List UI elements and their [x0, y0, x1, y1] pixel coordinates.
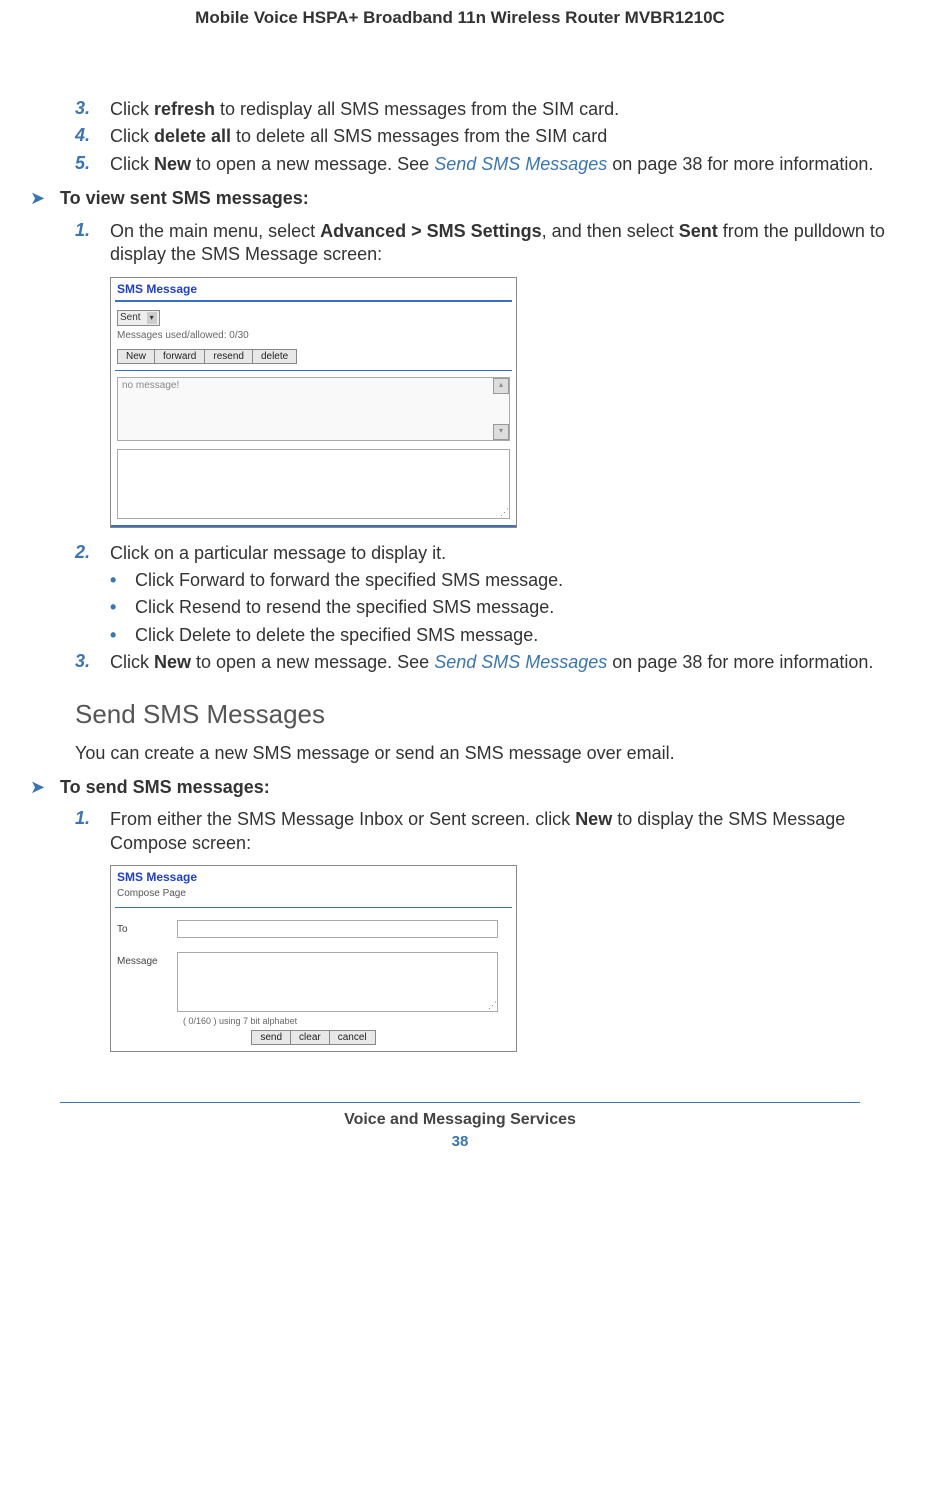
task-heading: To view sent SMS messages: [60, 188, 309, 209]
message-list[interactable]: no message! ▴ ▾ [117, 377, 510, 441]
footer-rule [60, 1102, 860, 1103]
section-intro: You can create a new SMS message or send… [75, 742, 890, 765]
message-field[interactable]: ⋰ [177, 952, 498, 1012]
task-arrow-icon: ➤ [30, 777, 60, 799]
char-counter: ( 0/160 ) using 7 bit alphabet [177, 1014, 516, 1028]
step-number: 1. [75, 220, 110, 267]
bullet-icon: • [110, 569, 135, 592]
message-count: Messages used/allowed: 0/30 [117, 330, 510, 341]
clear-button[interactable]: clear [291, 1030, 330, 1045]
new-button[interactable]: New [117, 349, 155, 364]
step-text: On the main menu, select Advanced > SMS … [110, 220, 890, 267]
task-arrow-icon: ➤ [30, 188, 60, 210]
step-number: 2. [75, 542, 110, 565]
page-header: Mobile Voice HSPA+ Broadband 11n Wireles… [30, 0, 890, 98]
sms-sent-screenshot: SMS Message Sent▾ Messages used/allowed:… [110, 277, 517, 528]
step-number: 3. [75, 651, 110, 674]
step-number: 5. [75, 153, 110, 176]
bullet-text: Click Forward to forward the specified S… [135, 569, 563, 592]
message-body[interactable]: ⋰ [117, 449, 510, 519]
chevron-down-icon: ▾ [147, 312, 157, 324]
message-label: Message [117, 952, 177, 967]
compose-page-label: Compose Page [111, 886, 516, 901]
section-heading: Send SMS Messages [75, 699, 890, 730]
bullet-icon: • [110, 596, 135, 619]
step-text: Click on a particular message to display… [110, 542, 890, 565]
step-number: 1. [75, 808, 110, 855]
cancel-button[interactable]: cancel [330, 1030, 376, 1045]
to-field[interactable] [177, 920, 498, 938]
scroll-up-icon[interactable]: ▴ [493, 378, 509, 394]
forward-button[interactable]: forward [155, 349, 205, 364]
sms-title: SMS Message [111, 278, 516, 298]
step-number: 3. [75, 98, 110, 121]
step-text: Click delete all to delete all SMS messa… [110, 125, 890, 148]
step-text: Click refresh to redisplay all SMS messa… [110, 98, 890, 121]
bullet-icon: • [110, 624, 135, 647]
bullet-text: Click Resend to resend the specified SMS… [135, 596, 554, 619]
bullet-text: Click Delete to delete the specified SMS… [135, 624, 538, 647]
step-number: 4. [75, 125, 110, 148]
resend-button[interactable]: resend [205, 349, 253, 364]
sms-compose-screenshot: SMS Message Compose Page To Message ⋰ ( … [110, 865, 517, 1052]
resize-handle-icon[interactable]: ⋰ [488, 1000, 497, 1011]
step-text: From either the SMS Message Inbox or Sen… [110, 808, 890, 855]
xref-link[interactable]: Send SMS Messages [434, 154, 607, 174]
scroll-down-icon[interactable]: ▾ [493, 424, 509, 440]
resize-handle-icon[interactable]: ⋰ [500, 507, 509, 518]
xref-link[interactable]: Send SMS Messages [434, 652, 607, 672]
task-heading: To send SMS messages: [60, 777, 270, 798]
to-label: To [117, 920, 177, 935]
empty-label: no message! [122, 380, 179, 391]
footer-page-number: 38 [30, 1133, 890, 1150]
step-text: Click New to open a new message. See Sen… [110, 153, 890, 176]
folder-select[interactable]: Sent▾ [117, 310, 160, 326]
send-button[interactable]: send [251, 1030, 291, 1045]
delete-button[interactable]: delete [253, 349, 297, 364]
step-text: Click New to open a new message. See Sen… [110, 651, 890, 674]
sms-title: SMS Message [111, 866, 516, 886]
footer-section: Voice and Messaging Services [30, 1111, 890, 1129]
